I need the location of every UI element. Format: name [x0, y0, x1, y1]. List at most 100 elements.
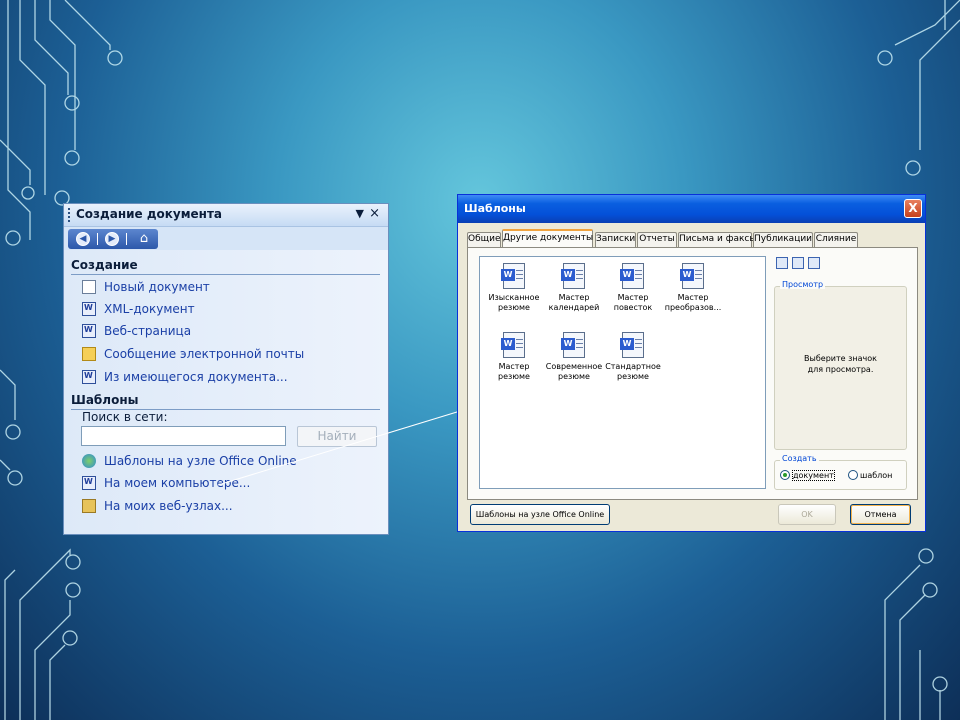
- tab-memos[interactable]: Записки: [595, 232, 636, 247]
- office-online-icon: [82, 454, 96, 468]
- template-item[interactable]: W Мастер преобразов...: [659, 263, 727, 313]
- tab-other-documents[interactable]: Другие документы: [502, 229, 593, 248]
- word-document-icon: [82, 302, 96, 316]
- email-icon: [82, 347, 96, 361]
- ok-button[interactable]: OK: [778, 504, 836, 525]
- new-document-link[interactable]: Новый документ: [82, 280, 210, 298]
- task-pane-nav-bar: ◀ ▶ ⌂: [68, 229, 158, 249]
- template-label: Изысканное: [488, 293, 540, 302]
- task-pane-menu-dropdown-icon[interactable]: ▼: [356, 207, 364, 220]
- new-document-label: Новый документ: [104, 280, 210, 294]
- web-page-link[interactable]: Веб-страница: [82, 324, 191, 342]
- word-template-icon: W: [620, 332, 644, 358]
- task-pane-close-button[interactable]: ×: [369, 206, 380, 221]
- word-template-icon: W: [620, 263, 644, 289]
- word-document-icon: [82, 370, 96, 384]
- task-pane: Создание документа ▼ × ◀ ▶ ⌂ Создание Но…: [63, 203, 389, 535]
- create-template-radio[interactable]: шаблон: [848, 470, 892, 480]
- templates-dialog: Шаблоны X Общие Другие документы Записки…: [457, 194, 926, 532]
- preview-label: Просмотр: [780, 280, 826, 289]
- template-label: Стандартное: [605, 362, 661, 371]
- web-page-label: Веб-страница: [104, 324, 192, 338]
- office-online-templates-label: Шаблоны на узле Office Online: [104, 454, 297, 468]
- word-template-icon: W: [561, 332, 585, 358]
- task-pane-body: Создание Новый документ XML-документ Веб…: [64, 250, 388, 534]
- template-label: преобразов...: [664, 303, 722, 312]
- large-icons-view-icon[interactable]: [776, 257, 788, 269]
- find-button[interactable]: Найти: [297, 426, 377, 447]
- template-label: резюме: [558, 372, 590, 381]
- create-label: Создать: [780, 454, 819, 463]
- template-label: Мастер: [677, 293, 709, 302]
- section-heading-templates: Шаблоны: [71, 393, 139, 407]
- office-online-templates-button[interactable]: Шаблоны на узле Office Online: [470, 504, 610, 525]
- template-item[interactable]: W Мастер резюме: [480, 332, 548, 382]
- tab-general[interactable]: Общие: [467, 232, 501, 247]
- nav-separator: [97, 233, 98, 245]
- tab-publications[interactable]: Публикации: [753, 232, 813, 247]
- drag-grip-icon[interactable]: [68, 208, 70, 222]
- section-heading-create: Создание: [71, 258, 138, 272]
- preview-group: Просмотр Выберите значок для просмотра.: [774, 280, 907, 450]
- create-group: Создать документ шаблон: [774, 454, 907, 490]
- on-my-websites-label: На моих веб-узлах...: [104, 499, 233, 513]
- preview-message: Выберите значок для просмотра.: [775, 353, 906, 375]
- nav-separator: [126, 233, 127, 245]
- on-my-computer-label: На моем компьютере...: [104, 476, 251, 490]
- home-icon[interactable]: ⌂: [136, 231, 152, 247]
- dialog-title-bar[interactable]: Шаблоны X: [458, 195, 925, 223]
- on-my-websites-link[interactable]: На моих веб-узлах...: [82, 499, 233, 517]
- tab-letters-faxes[interactable]: Письма и факсы: [678, 232, 756, 247]
- radio-selected-icon: [780, 470, 790, 480]
- section-divider: [71, 274, 380, 275]
- from-existing-document-link[interactable]: Из имеющегося документа...: [82, 370, 288, 388]
- template-list: W Изысканное резюме W Мастер календарей W Мас…: [479, 256, 766, 489]
- back-arrow-icon[interactable]: ◀: [76, 232, 90, 246]
- blank-document-icon: [82, 280, 96, 294]
- template-item[interactable]: W Стандартное резюме: [599, 332, 667, 382]
- radio-empty-icon: [848, 470, 858, 480]
- create-template-label: шаблон: [860, 471, 893, 480]
- task-pane-title-bar: Создание документа ▼ ×: [64, 204, 388, 227]
- from-existing-document-label: Из имеющегося документа...: [104, 370, 288, 384]
- on-my-computer-link[interactable]: На моем компьютере...: [82, 476, 250, 494]
- template-label: Мастер: [498, 362, 530, 371]
- office-online-templates-link[interactable]: Шаблоны на узле Office Online: [82, 454, 297, 472]
- template-item[interactable]: W Мастер календарей: [540, 263, 608, 313]
- preview-message-line: для просмотра.: [807, 365, 874, 374]
- tab-reports[interactable]: Отчеты: [637, 232, 677, 247]
- email-message-link[interactable]: Сообщение электронной почты: [82, 347, 304, 365]
- word-template-icon: W: [501, 332, 525, 358]
- template-label: Мастер: [558, 293, 590, 302]
- preview-message-line: Выберите значок: [804, 354, 877, 363]
- template-item[interactable]: W Изысканное резюме: [480, 263, 548, 313]
- tab-mail-merge[interactable]: Слияние: [814, 232, 858, 247]
- create-document-radio[interactable]: документ: [780, 470, 835, 481]
- template-label: календарей: [548, 303, 600, 312]
- dialog-close-button[interactable]: X: [904, 199, 922, 218]
- template-item[interactable]: W Современное резюме: [540, 332, 608, 382]
- forward-arrow-icon[interactable]: ▶: [105, 232, 119, 246]
- template-label: резюме: [617, 372, 649, 381]
- cancel-button[interactable]: Отмена: [850, 504, 911, 525]
- template-label: резюме: [498, 372, 530, 381]
- template-label: резюме: [498, 303, 530, 312]
- task-pane-title: Создание документа: [76, 207, 223, 221]
- template-label: повесток: [613, 303, 653, 312]
- word-template-icon: W: [561, 263, 585, 289]
- list-view-icon[interactable]: [792, 257, 804, 269]
- template-label: Современное: [545, 362, 603, 371]
- search-web-label: Поиск в сети:: [82, 410, 168, 424]
- xml-document-label: XML-документ: [104, 302, 195, 316]
- word-template-icon: W: [501, 263, 525, 289]
- email-message-label: Сообщение электронной почты: [104, 347, 305, 361]
- template-item[interactable]: W Мастер повесток: [599, 263, 667, 313]
- dialog-title: Шаблоны: [464, 202, 526, 215]
- create-document-label: документ: [792, 470, 835, 481]
- word-template-icon: W: [680, 263, 704, 289]
- xml-document-link[interactable]: XML-документ: [82, 302, 195, 320]
- search-web-input[interactable]: [81, 426, 286, 446]
- details-view-icon[interactable]: [808, 257, 820, 269]
- web-page-icon: [82, 324, 96, 338]
- word-document-icon: [82, 476, 96, 490]
